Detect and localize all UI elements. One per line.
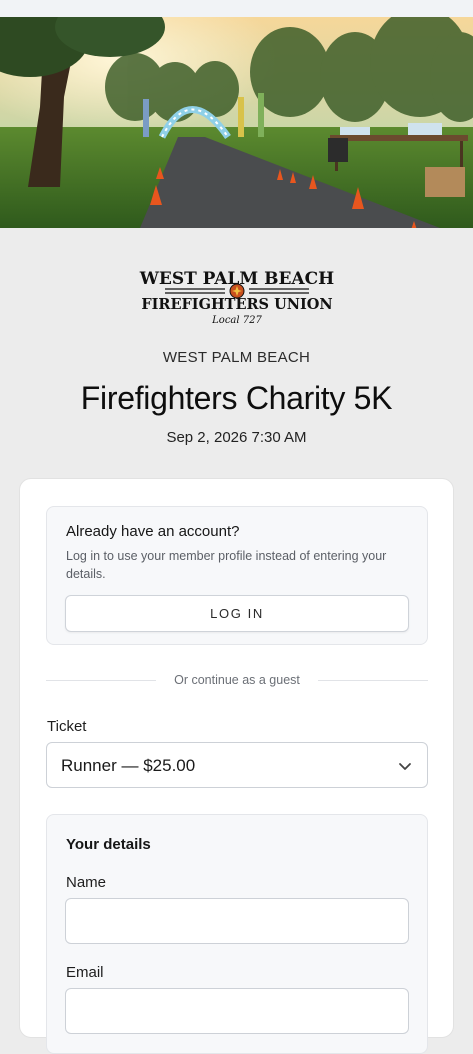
event-title: Firefighters Charity 5K xyxy=(80,380,393,416)
ticket-selected-value: Runner — $25.00 xyxy=(61,756,196,775)
chevron-down-icon xyxy=(399,763,411,770)
name-field[interactable] xyxy=(65,898,409,944)
login-panel-description: Log in to use your member profile instea… xyxy=(66,549,387,581)
union-logo: WEST PALM BEACH FIREFIGHTERS UNION Local… xyxy=(137,262,337,328)
registration-card: Already have an account? Log in to use y… xyxy=(19,478,454,1054)
guest-divider: Or continue as a guest xyxy=(46,671,428,691)
login-panel: Already have an account? Log in to use y… xyxy=(46,506,428,645)
login-panel-title: Already have an account? xyxy=(66,523,240,540)
ticket-label: Ticket xyxy=(47,718,87,735)
ticket-select[interactable]: Runner — $25.00 xyxy=(46,742,428,788)
email-label: Email xyxy=(66,964,104,981)
details-panel: Your details Name Email xyxy=(46,814,428,1054)
login-button[interactable]: LOG IN xyxy=(65,595,409,632)
event-venue: WEST PALM BEACH xyxy=(162,349,311,366)
event-header: WEST PALM BEACH FIREFIGHTERS UNION Local… xyxy=(0,228,473,446)
hero-image xyxy=(0,17,473,228)
email-field[interactable] xyxy=(65,988,409,1034)
svg-text:FIREFIGHTERS UNION: FIREFIGHTERS UNION xyxy=(141,296,332,313)
top-status-strip xyxy=(0,0,473,17)
name-label: Name xyxy=(66,874,107,891)
details-title: Your details xyxy=(66,836,151,853)
divider-line-right xyxy=(318,680,428,681)
event-datetime: Sep 2, 2026 7:30 AM xyxy=(166,429,307,446)
svg-text:Local 727: Local 727 xyxy=(211,315,262,326)
